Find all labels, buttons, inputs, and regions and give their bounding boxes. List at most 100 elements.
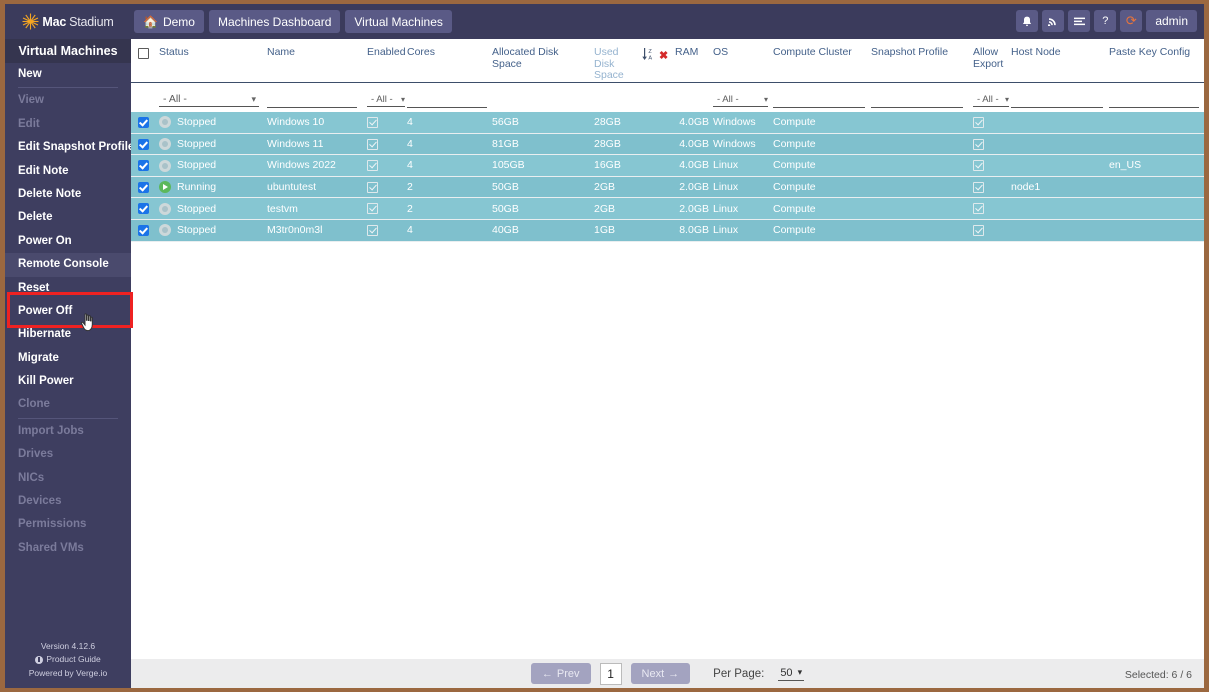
row-allow-export-checkbox-cell[interactable] <box>973 111 1011 134</box>
row-enabled-checkbox-cell[interactable] <box>367 111 407 134</box>
header-name[interactable]: Name <box>267 39 367 82</box>
sidebar-item-delete-note[interactable]: Delete Note <box>5 183 131 206</box>
row-allow-export-checkbox-cell[interactable] <box>973 219 1011 242</box>
table-row[interactable]: Running ubuntutest 2 50GB 2GB 2.0GB Linux Compu… <box>131 176 1204 199</box>
table-row[interactable]: Stopped Windows 10 4 56GB 28GB 4.0GB Windows Co… <box>131 111 1204 134</box>
row-enabled-checkbox[interactable] <box>367 203 378 215</box>
header-compute-cluster[interactable]: Compute Cluster <box>773 39 871 82</box>
row-allow-export-checkbox[interactable] <box>973 224 984 236</box>
filter-cluster-input[interactable] <box>773 92 865 108</box>
table-row[interactable]: Stopped Windows 2022 4 105GB 16GB 4.0GB Linux C… <box>131 154 1204 177</box>
header-allocated-disk-space[interactable]: Allocated Disk Space <box>492 39 594 82</box>
header-used-disk-space[interactable]: Used Disk Space <box>594 39 642 82</box>
product-guide-link[interactable]: Product Guide <box>5 653 131 667</box>
row-allow-export-checkbox-cell[interactable] <box>973 197 1011 220</box>
sidebar-item-kill-power[interactable]: Kill Power <box>5 370 131 393</box>
list-icon[interactable] <box>1068 10 1091 32</box>
row-enabled-checkbox[interactable] <box>367 116 378 128</box>
header-os[interactable]: OS <box>713 39 773 82</box>
header-select-all[interactable] <box>131 39 159 82</box>
header-status[interactable]: Status <box>159 39 267 82</box>
header-allow-export[interactable]: Allow Export <box>973 39 1011 82</box>
header-enabled[interactable]: Enabled <box>367 39 407 82</box>
user-menu-button[interactable]: admin <box>1146 10 1197 32</box>
header-host-node[interactable]: Host Node <box>1011 39 1109 82</box>
row-allow-export-checkbox-cell[interactable] <box>973 154 1011 177</box>
row-cluster-cell: Compute <box>773 219 871 242</box>
sort-descending-icon[interactable]: Z A <box>642 47 655 64</box>
row-enabled-checkbox-cell[interactable] <box>367 176 407 199</box>
filter-export-select[interactable]: - All - ▾ <box>973 92 1009 107</box>
row-enabled-checkbox[interactable] <box>367 138 378 150</box>
row-allow-export-checkbox[interactable] <box>973 181 984 193</box>
row-select-checkbox-cell[interactable] <box>131 133 159 156</box>
filter-paste-input[interactable] <box>1109 92 1199 108</box>
row-select-checkbox[interactable] <box>138 160 149 172</box>
header-cores[interactable]: Cores <box>407 39 492 82</box>
filter-name-input[interactable] <box>267 92 357 108</box>
sidebar-item-edit-snapshot-profile[interactable]: Edit Snapshot Profile <box>5 136 134 159</box>
row-select-checkbox-cell[interactable] <box>131 219 159 242</box>
row-enabled-checkbox[interactable] <box>367 160 378 172</box>
row-allow-export-checkbox[interactable] <box>973 203 984 215</box>
sidebar-item-power-on[interactable]: Power On <box>5 230 131 253</box>
svg-text:A: A <box>648 55 652 61</box>
brand-logo[interactable]: Mac Stadium <box>5 4 131 39</box>
sidebar-item-reset[interactable]: Reset <box>5 277 131 300</box>
row-allow-export-checkbox-cell[interactable] <box>973 176 1011 199</box>
row-select-checkbox[interactable] <box>138 203 149 215</box>
row-select-checkbox-cell[interactable] <box>131 197 159 220</box>
clear-sort-icon[interactable]: ✖ <box>659 49 668 62</box>
breadcrumb-virtual-machines[interactable]: Virtual Machines <box>345 10 452 33</box>
refresh-icon[interactable]: ⟳ <box>1120 10 1143 32</box>
row-allow-export-checkbox-cell[interactable] <box>973 133 1011 156</box>
row-enabled-checkbox[interactable] <box>367 181 378 193</box>
row-enabled-checkbox-cell[interactable] <box>367 219 407 242</box>
sidebar-item-new[interactable]: New <box>5 63 131 86</box>
filter-cores-cell <box>407 82 492 112</box>
header-snapshot-profile[interactable]: Snapshot Profile <box>871 39 973 82</box>
filter-cores-input[interactable] <box>407 92 487 108</box>
row-select-checkbox-cell[interactable] <box>131 154 159 177</box>
filter-os-select[interactable]: - All - ▾ <box>713 92 768 107</box>
next-page-button[interactable]: Next → <box>630 663 691 684</box>
row-select-checkbox[interactable] <box>138 116 149 128</box>
sidebar-item-migrate[interactable]: Migrate <box>5 347 131 370</box>
help-icon[interactable]: ? <box>1094 10 1117 32</box>
row-allow-export-checkbox[interactable] <box>973 160 984 172</box>
filter-snapshot-input[interactable] <box>871 92 963 108</box>
sidebar-item-hibernate[interactable]: Hibernate <box>5 323 131 346</box>
header-ram[interactable]: RAM <box>675 39 713 82</box>
breadcrumb-machines-dashboard[interactable]: Machines Dashboard <box>208 10 341 33</box>
row-allow-export-checkbox[interactable] <box>973 116 984 128</box>
row-select-checkbox-cell[interactable] <box>131 176 159 199</box>
row-select-checkbox[interactable] <box>138 224 149 236</box>
rss-icon[interactable] <box>1042 10 1065 32</box>
row-select-checkbox-cell[interactable] <box>131 111 159 134</box>
row-enabled-checkbox[interactable] <box>367 224 378 236</box>
table-row[interactable]: Stopped M3tr0n0m3l 4 40GB 1GB 8.0GB Linux Compu… <box>131 219 1204 242</box>
sidebar-item-edit-note[interactable]: Edit Note <box>5 160 131 183</box>
page-number-input[interactable]: 1 <box>599 662 622 685</box>
sidebar-item-power-off[interactable]: Power Off <box>5 300 131 323</box>
row-allow-export-checkbox[interactable] <box>973 138 984 150</box>
bell-icon[interactable] <box>1016 10 1039 32</box>
row-enabled-checkbox-cell[interactable] <box>367 197 407 220</box>
filter-host-input[interactable] <box>1011 92 1103 108</box>
row-select-checkbox[interactable] <box>138 138 149 150</box>
table-row[interactable]: Stopped Windows 11 4 81GB 28GB 4.0GB Windows Co… <box>131 133 1204 156</box>
sidebar-item-delete[interactable]: Delete <box>5 206 131 229</box>
row-enabled-checkbox-cell[interactable] <box>367 133 407 156</box>
sidebar-item-remote-console[interactable]: Remote Console <box>5 253 131 277</box>
select-all-checkbox[interactable] <box>138 47 149 59</box>
table-row[interactable]: Stopped testvm 2 50GB 2GB 2.0GB Linux Compute <box>131 197 1204 220</box>
per-page-select[interactable]: 50 ▾ <box>778 667 805 681</box>
row-select-checkbox[interactable] <box>138 181 149 193</box>
filter-status-select[interactable]: - All - ▾ <box>159 92 259 107</box>
header-paste-key-config[interactable]: Paste Key Config <box>1109 39 1204 82</box>
breadcrumb-demo[interactable]: 🏠 Demo <box>134 10 204 33</box>
sidebar-title: Virtual Machines <box>5 39 131 63</box>
filter-enabled-select[interactable]: - All - ▾ <box>367 92 405 107</box>
prev-page-button[interactable]: ← Prev <box>530 663 591 684</box>
row-enabled-checkbox-cell[interactable] <box>367 154 407 177</box>
